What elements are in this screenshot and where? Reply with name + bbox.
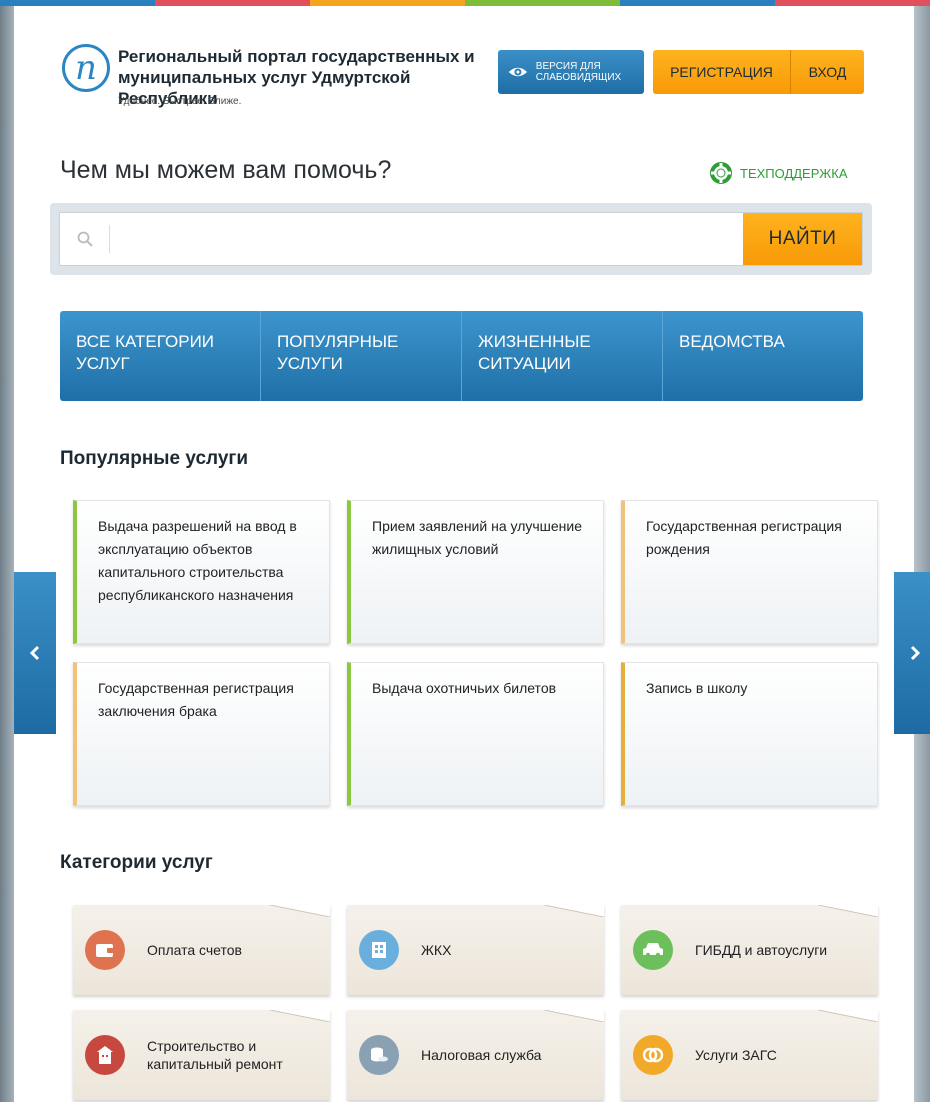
search-icon [60, 225, 110, 253]
page-fold-icon [818, 905, 878, 917]
top-color-stripe [0, 0, 930, 6]
chevron-right-icon [910, 645, 921, 661]
category-item-traffic-police[interactable]: ГИБДД и автоуслуги [621, 905, 878, 995]
car-icon [633, 930, 673, 970]
carousel-next-button[interactable] [894, 572, 930, 734]
help-heading: Чем мы можем вам помочь? [60, 156, 392, 184]
popular-services-heading: Популярные услуги [60, 448, 249, 469]
coins-icon [359, 1035, 399, 1075]
low-vision-label: ВЕРСИЯ ДЛЯ СЛАБОВИДЯЩИХ [535, 61, 622, 83]
category-label: Строительство и капитальный ремонт [147, 1038, 283, 1072]
building-icon [359, 930, 399, 970]
category-label: Услуги ЗАГС [695, 1047, 777, 1063]
category-nav: ВСЕ КАТЕГОРИИ УСЛУГ ПОПУЛЯРНЫЕ УСЛУГИ ЖИ… [60, 311, 863, 401]
category-label: Оплата счетов [147, 942, 242, 958]
wallet-icon [85, 930, 125, 970]
category-item-registry-office[interactable]: Услуги ЗАГС [621, 1010, 878, 1100]
low-vision-button[interactable]: ВЕРСИЯ ДЛЯ СЛАБОВИДЯЩИХ [498, 50, 644, 94]
search-input[interactable] [110, 213, 743, 265]
page-fold-icon [270, 905, 330, 917]
logo-icon[interactable]: n [62, 44, 110, 92]
chevron-left-icon [29, 645, 40, 661]
category-label: ГИБДД и автоуслуги [695, 942, 828, 958]
category-item-housing[interactable]: ЖКХ [347, 905, 604, 995]
service-card[interactable]: Выдача разрешений на ввод в эксплуатацию… [73, 500, 330, 644]
tab-popular-services[interactable]: ПОПУЛЯРНЫЕ УСЛУГИ [261, 311, 462, 401]
tab-all-categories[interactable]: ВСЕ КАТЕГОРИИ УСЛУГ [60, 311, 261, 401]
register-button[interactable]: РЕГИСТРАЦИЯ [653, 50, 791, 94]
service-card[interactable]: Прием заявлений на улучшение жилищных ус… [347, 500, 604, 644]
logo-letter: n [75, 48, 97, 88]
search-button[interactable]: НАЙТИ [743, 213, 862, 265]
background-left [0, 0, 14, 1102]
service-card[interactable]: Выдача охотничьих билетов [347, 662, 604, 806]
search-bar: НАЙТИ [50, 203, 872, 275]
rings-icon [633, 1035, 673, 1075]
service-card[interactable]: Государственная регистрация заключения б… [73, 662, 330, 806]
service-card[interactable]: Запись в школу [621, 662, 878, 806]
auth-buttons: РЕГИСТРАЦИЯ ВХОД [653, 50, 864, 94]
tab-departments[interactable]: ВЕДОМСТВА [663, 311, 863, 401]
support-link[interactable]: ТЕХПОДДЕРЖКА [710, 162, 848, 184]
page-fold-icon [818, 1010, 878, 1022]
lifebuoy-icon [710, 162, 732, 184]
page-fold-icon [544, 905, 604, 917]
categories-heading: Категории услуг [60, 852, 213, 873]
background-right [914, 0, 930, 1102]
category-item-construction[interactable]: Строительство и капитальный ремонт [73, 1010, 330, 1100]
tab-life-situations[interactable]: ЖИЗНЕННЫЕ СИТУАЦИИ [462, 311, 663, 401]
carousel-prev-button[interactable] [14, 572, 56, 734]
service-card[interactable]: Государственная регистрация рождения [621, 500, 878, 644]
construction-icon [85, 1035, 125, 1075]
page-fold-icon [270, 1010, 330, 1022]
support-label: ТЕХПОДДЕРЖКА [740, 165, 848, 181]
portal-tagline: Удобнее. Быстрее. Ближе. [118, 96, 242, 107]
category-label: Налоговая служба [421, 1047, 542, 1063]
category-label: ЖКХ [421, 942, 452, 958]
category-item-payments[interactable]: Оплата счетов [73, 905, 330, 995]
page-fold-icon [544, 1010, 604, 1022]
login-button[interactable]: ВХОД [791, 50, 864, 94]
eye-icon [508, 67, 528, 77]
category-item-tax-service[interactable]: Налоговая служба [347, 1010, 604, 1100]
